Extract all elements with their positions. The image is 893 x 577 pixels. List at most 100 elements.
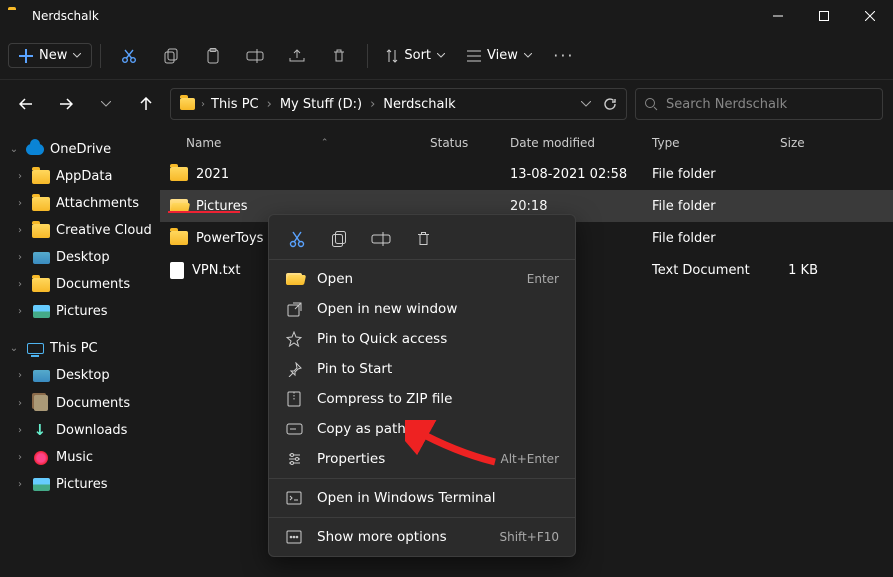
chevron-icon: › [14, 198, 26, 209]
context-menu-item[interactable]: Open in new window [269, 294, 575, 324]
sidebar-label: Pictures [56, 304, 107, 319]
context-menu-item[interactable]: Compress to ZIP file [269, 384, 575, 414]
item-icon [32, 478, 50, 491]
sidebar-item[interactable]: › Creative Cloud [0, 217, 160, 244]
sidebar-label: Pictures [56, 477, 107, 492]
context-menu-item[interactable]: Open Enter [269, 264, 575, 294]
col-size[interactable]: Size [770, 136, 838, 150]
nav-bar: › This PC › My Stuff (D:) › Nerdschalk S… [0, 80, 893, 128]
file-type: File folder [642, 231, 770, 246]
chevron-icon: › [14, 252, 26, 263]
sidebar-item[interactable]: › Pictures [0, 298, 160, 325]
rename-button[interactable] [235, 38, 275, 74]
context-menu-item[interactable]: Open in Windows Terminal [269, 483, 575, 513]
sidebar-item[interactable]: ›Downloads [0, 417, 160, 444]
col-date[interactable]: Date modified [500, 136, 642, 150]
col-status[interactable]: Status [420, 136, 500, 150]
sidebar-item[interactable]: ›Attachments [0, 190, 160, 217]
file-icon [170, 262, 184, 279]
new-window-icon [285, 302, 303, 317]
chevron-icon: › [14, 398, 26, 409]
chevron-icon: › [14, 306, 26, 317]
breadcrumb[interactable]: Nerdschalk [381, 97, 457, 112]
col-type[interactable]: Type [642, 136, 770, 150]
maximize-button[interactable] [801, 0, 847, 32]
folder-icon [177, 98, 197, 110]
paste-button[interactable] [193, 38, 233, 74]
group-icon [26, 343, 44, 354]
more-button[interactable]: ··· [544, 38, 584, 74]
context-menu-item[interactable]: PropertiesAlt+Enter [269, 444, 575, 474]
new-button[interactable]: New [8, 43, 92, 68]
sort-indicator: ⌃ [229, 138, 420, 148]
col-name[interactable]: Name⌃ [160, 136, 420, 150]
sidebar-label: Creative Cloud [56, 223, 152, 238]
minimize-button[interactable] [755, 0, 801, 32]
refresh-button[interactable] [600, 97, 620, 111]
copy-button[interactable] [151, 38, 191, 74]
back-button[interactable] [10, 88, 42, 120]
chevron-icon: › [14, 225, 26, 236]
sidebar-item[interactable]: ›Music [0, 444, 160, 471]
file-icon [170, 167, 188, 181]
cut-action[interactable] [285, 227, 309, 251]
sidebar-group[interactable]: ⌄This PC [0, 335, 160, 362]
sidebar-item[interactable]: › Documents [0, 389, 160, 417]
file-date: 20:18 [500, 199, 642, 214]
pin-icon [285, 362, 303, 377]
view-button[interactable]: View [457, 38, 542, 74]
chevron-icon: › [14, 370, 26, 381]
chevron-icon: › [14, 171, 26, 182]
menu-label: Open [317, 271, 513, 287]
copy-action[interactable] [327, 227, 351, 251]
sidebar-item[interactable]: ›Desktop [0, 362, 160, 389]
delete-action[interactable] [411, 227, 435, 251]
window-title: Nerdschalk [32, 9, 755, 23]
address-bar[interactable]: › This PC › My Stuff (D:) › Nerdschalk [170, 88, 627, 120]
menu-label: Show more options [317, 529, 485, 545]
item-icon [32, 370, 50, 382]
up-button[interactable] [130, 88, 162, 120]
context-quick-actions [269, 219, 575, 260]
sidebar-item[interactable]: ›Desktop [0, 244, 160, 271]
breadcrumb[interactable]: This PC [209, 97, 261, 112]
sidebar-label: OneDrive [50, 142, 111, 157]
sort-label: Sort [404, 48, 431, 63]
cut-button[interactable] [109, 38, 149, 74]
rename-action[interactable] [369, 227, 393, 251]
new-label: New [39, 48, 67, 63]
view-icon [467, 50, 481, 62]
sidebar-item[interactable]: ›Pictures [0, 471, 160, 498]
more-icon [285, 530, 303, 544]
dropdown-icon[interactable] [576, 101, 596, 107]
close-button[interactable] [847, 0, 893, 32]
title-bar: Nerdschalk [0, 0, 893, 32]
item-icon [32, 252, 50, 264]
folder-open-icon [285, 273, 303, 285]
share-button[interactable] [277, 38, 317, 74]
sidebar-group[interactable]: ⌄OneDrive [0, 136, 160, 163]
recent-button[interactable] [90, 88, 122, 120]
context-menu-item[interactable]: Pin to Quick access [269, 324, 575, 354]
menu-shortcut: Alt+Enter [500, 452, 559, 466]
sidebar-label: This PC [50, 341, 98, 356]
sidebar-item[interactable]: ›Documents [0, 271, 160, 298]
sort-button[interactable]: Sort [376, 38, 455, 74]
sidebar-label: Music [56, 450, 93, 465]
forward-button[interactable] [50, 88, 82, 120]
search-placeholder: Search Nerdschalk [666, 97, 787, 112]
sidebar-item[interactable]: ›AppData [0, 163, 160, 190]
delete-button[interactable] [319, 38, 359, 74]
context-menu-item[interactable]: Show more optionsShift+F10 [269, 522, 575, 552]
context-menu-item[interactable]: Pin to Start [269, 354, 575, 384]
star-icon [285, 331, 303, 347]
context-menu-item[interactable]: Copy as path [269, 414, 575, 444]
file-type: File folder [642, 199, 770, 214]
sidebar-label: Documents [56, 396, 130, 411]
menu-shortcut: Enter [527, 272, 559, 286]
file-row[interactable]: 202113-08-2021 02:58File folder [160, 158, 893, 190]
breadcrumb[interactable]: My Stuff (D:) [278, 97, 364, 112]
file-type: File folder [642, 167, 770, 182]
file-size: 1 KB [770, 263, 838, 278]
search-box[interactable]: Search Nerdschalk [635, 88, 883, 120]
